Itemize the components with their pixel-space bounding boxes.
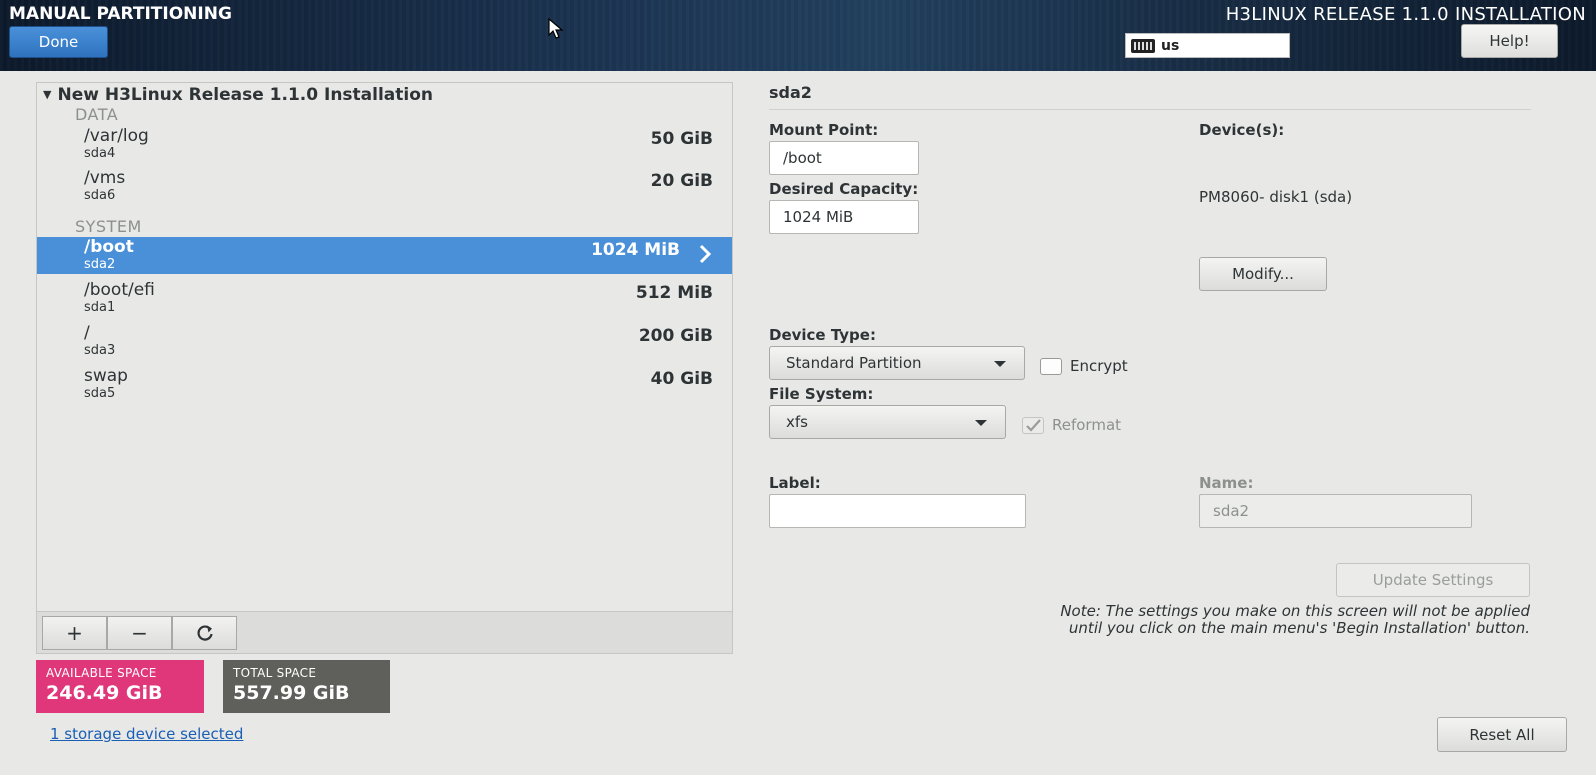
- total-space-value: 557.99 GiB: [233, 682, 350, 704]
- device-type-value: Standard Partition: [786, 354, 922, 372]
- done-button[interactable]: Done: [9, 26, 108, 58]
- mount-point: swap: [84, 366, 128, 386]
- release-title: H3LINUX RELEASE 1.1.0 INSTALLATION: [1225, 4, 1586, 25]
- available-space-value: 246.49 GiB: [46, 682, 163, 704]
- reformat-label: Reformat: [1052, 416, 1122, 434]
- reformat-checkbox[interactable]: Reformat: [1022, 416, 1121, 434]
- partition-row[interactable]: / sda3 200 GiB: [37, 323, 732, 360]
- label-field-label: Label:: [769, 474, 821, 492]
- divider: [769, 109, 1531, 110]
- device-id: sda1: [84, 300, 116, 315]
- keyboard-layout-label: us: [1161, 37, 1180, 54]
- refresh-button[interactable]: [172, 616, 237, 650]
- storage-device-link[interactable]: 1 storage device selected: [50, 725, 243, 743]
- remove-partition-button[interactable]: −: [107, 616, 172, 650]
- partition-size: 50 GiB: [650, 129, 713, 149]
- partition-size: 200 GiB: [638, 326, 713, 346]
- device-type-dropdown[interactable]: Standard Partition: [769, 346, 1025, 380]
- checkbox-checked-icon: [1022, 416, 1044, 434]
- chevron-right-icon: [699, 244, 712, 264]
- device-type-label: Device Type:: [769, 326, 876, 344]
- partition-size: 512 MiB: [635, 283, 713, 303]
- total-space-box: TOTAL SPACE 557.99 GiB: [223, 660, 390, 713]
- device-id: sda5: [84, 386, 116, 401]
- partition-size: 40 GiB: [650, 369, 713, 389]
- mount-point-label: Mount Point:: [769, 121, 879, 139]
- modify-button[interactable]: Modify...: [1199, 257, 1327, 291]
- group-label-system: SYSTEM: [75, 217, 142, 236]
- mount-point: /var/log: [84, 126, 149, 146]
- dropdown-arrow-icon: [994, 361, 1006, 367]
- device-id: sda4: [84, 146, 116, 161]
- partition-row[interactable]: /var/log sda4 50 GiB: [37, 126, 732, 163]
- installation-title: New H3Linux Release 1.1.0 Installation: [57, 85, 433, 105]
- partition-row-selected[interactable]: /boot sda2 1024 MiB: [37, 237, 732, 274]
- refresh-icon: [196, 625, 213, 641]
- file-system-dropdown[interactable]: xfs: [769, 405, 1006, 439]
- mount-point-input[interactable]: /boot: [769, 141, 919, 175]
- settings-note: Note: The settings you make on this scre…: [1060, 602, 1530, 637]
- partition-size: 20 GiB: [650, 171, 713, 191]
- label-input[interactable]: [769, 494, 1026, 528]
- available-space-label: AVAILABLE SPACE: [46, 666, 157, 680]
- group-label-data: DATA: [75, 105, 119, 124]
- mouse-cursor-icon: [548, 18, 564, 39]
- keyboard-layout-indicator[interactable]: us: [1125, 33, 1290, 58]
- partition-row[interactable]: /vms sda6 20 GiB: [37, 168, 732, 205]
- partition-tree-panel: ▼ New H3Linux Release 1.1.0 Installation …: [36, 82, 733, 654]
- partition-toolbar: + −: [37, 611, 732, 653]
- encrypt-checkbox[interactable]: Encrypt: [1040, 357, 1128, 375]
- device-id: sda2: [84, 257, 116, 272]
- available-space-box: AVAILABLE SPACE 246.49 GiB: [36, 660, 204, 713]
- dropdown-arrow-icon: [975, 420, 987, 426]
- installation-group-header[interactable]: ▼ New H3Linux Release 1.1.0 Installation: [43, 85, 433, 105]
- mount-point: /boot/efi: [84, 280, 155, 300]
- expander-down-icon[interactable]: ▼: [43, 88, 51, 101]
- reset-all-button[interactable]: Reset All: [1437, 717, 1567, 752]
- mount-point: /boot: [84, 237, 134, 257]
- devices-label: Device(s):: [1199, 121, 1285, 139]
- header-bar: MANUAL PARTITIONING Done H3LINUX RELEASE…: [0, 0, 1596, 71]
- file-system-value: xfs: [786, 413, 808, 431]
- page-title: MANUAL PARTITIONING: [9, 4, 232, 24]
- encrypt-label: Encrypt: [1070, 357, 1128, 375]
- partition-size: 1024 MiB: [591, 240, 680, 260]
- desired-capacity-label: Desired Capacity:: [769, 180, 919, 198]
- partition-row[interactable]: swap sda5 40 GiB: [37, 366, 732, 403]
- desired-capacity-input[interactable]: 1024 MiB: [769, 200, 919, 234]
- total-space-label: TOTAL SPACE: [233, 666, 317, 680]
- device-id: sda6: [84, 188, 116, 203]
- partition-row[interactable]: /boot/efi sda1 512 MiB: [37, 280, 732, 317]
- mount-point: /vms: [84, 168, 126, 188]
- add-partition-button[interactable]: +: [42, 616, 107, 650]
- checkbox-icon: [1040, 357, 1062, 375]
- selected-partition-title: sda2: [769, 83, 812, 102]
- mount-point: /: [84, 323, 90, 343]
- device-name: PM8060- disk1 (sda): [1199, 188, 1353, 206]
- help-button[interactable]: Help!: [1461, 24, 1558, 58]
- name-field-label: Name:: [1199, 474, 1254, 492]
- device-id: sda3: [84, 343, 116, 358]
- keyboard-icon: [1131, 38, 1155, 53]
- file-system-label: File System:: [769, 385, 874, 403]
- name-input[interactable]: sda2: [1199, 494, 1472, 528]
- update-settings-button[interactable]: Update Settings: [1336, 563, 1530, 597]
